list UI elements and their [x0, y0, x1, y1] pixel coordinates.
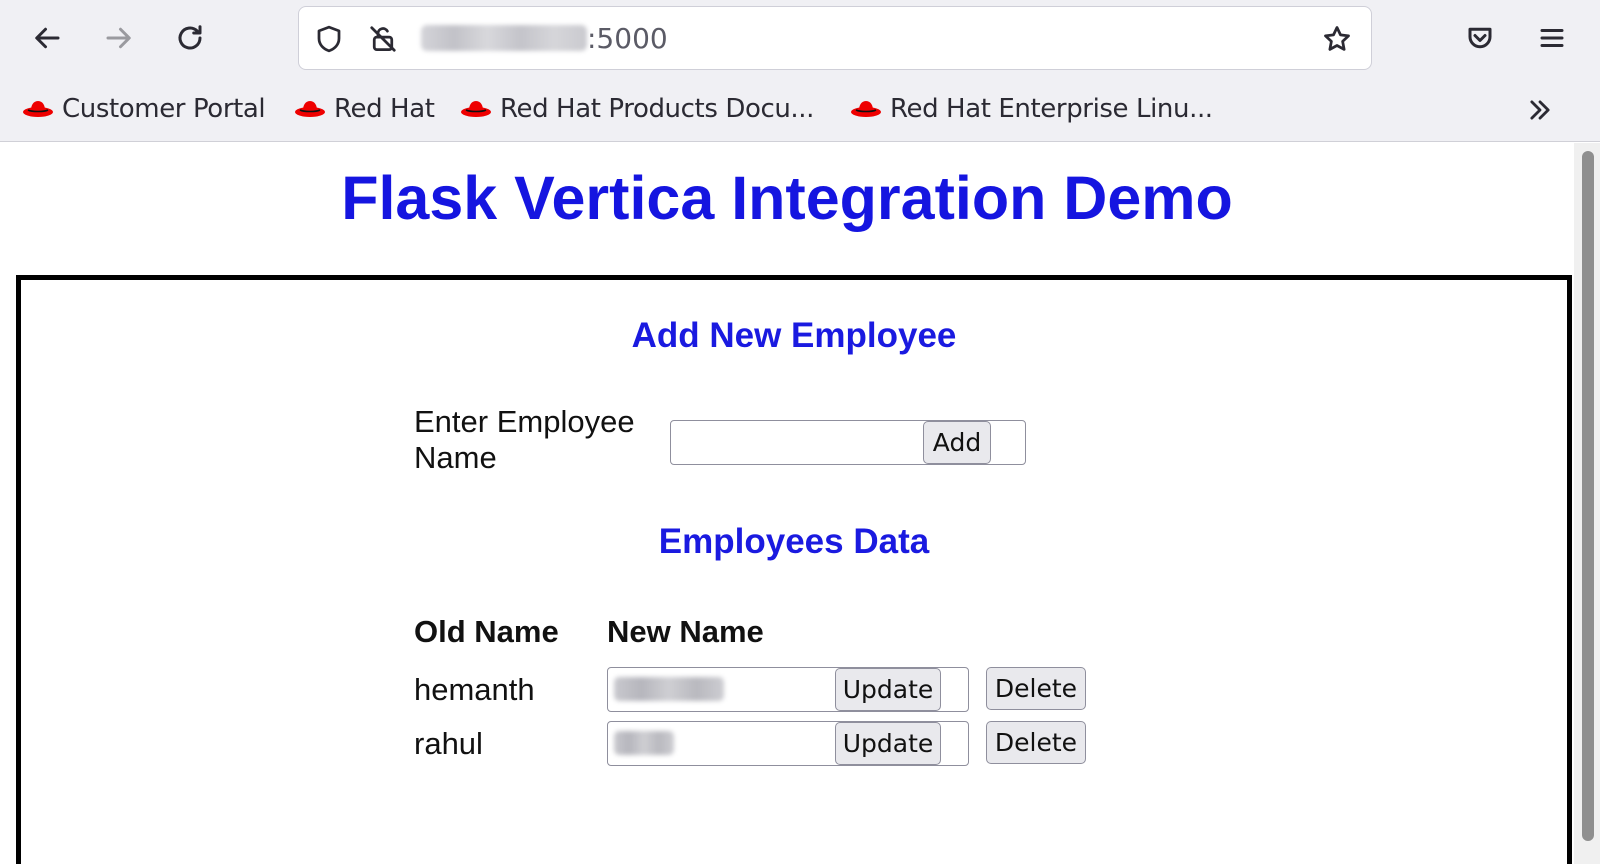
url-bar[interactable]: :5000	[298, 6, 1372, 70]
label-line-1: Enter Employee	[414, 404, 635, 439]
add-employee-heading: Add New Employee	[631, 316, 957, 355]
update-button[interactable]: Update	[835, 722, 941, 765]
arrow-right-icon	[106, 27, 131, 49]
employees-data-heading: Employees Data	[658, 522, 930, 561]
bookmark-customer-portal[interactable]: Customer Portal	[22, 88, 266, 130]
bookmarks-toolbar: Customer Portal Red Hat Red Hat Products…	[0, 78, 1600, 142]
forward-button[interactable]	[98, 18, 138, 58]
chevron-double-right-icon	[1530, 100, 1550, 120]
bookmark-red-hat[interactable]: Red Hat	[294, 88, 435, 130]
update-button[interactable]: Update	[835, 668, 941, 711]
bookmark-label: Red Hat	[334, 94, 435, 124]
bookmark-red-hat-enterprise-linux[interactable]: Red Hat Enterprise Linu...	[850, 88, 1213, 130]
reload-button[interactable]	[170, 18, 210, 58]
bookmark-label: Customer Portal	[62, 94, 266, 124]
url-port: :5000	[587, 22, 668, 55]
bookmark-label: Red Hat Enterprise Linu...	[890, 94, 1213, 124]
back-button[interactable]	[28, 18, 68, 58]
reload-icon	[178, 25, 202, 50]
bookmark-label: Red Hat Products Docu...	[500, 94, 815, 124]
label-line-2: Name	[414, 440, 497, 475]
content-panel: Add New Employee Enter Employee Name Add…	[16, 275, 1572, 864]
url-text[interactable]: :5000	[421, 21, 668, 57]
pocket-icon	[1468, 27, 1492, 49]
menu-button[interactable]	[1532, 18, 1572, 58]
bookmarks-overflow-button[interactable]	[1520, 90, 1560, 130]
red-hat-icon	[851, 101, 881, 117]
add-button[interactable]: Add	[923, 421, 991, 464]
blurred-host	[421, 25, 587, 51]
scrollbar-thumb[interactable]	[1582, 151, 1594, 841]
delete-button[interactable]: Delete	[986, 667, 1086, 710]
browser-toolbar: :5000	[0, 0, 1600, 78]
employee-name-label: Enter Employee Name	[414, 404, 635, 476]
shield-icon[interactable]	[313, 23, 345, 55]
page-title: Flask Vertica Integration Demo	[341, 164, 1233, 232]
blurred-name-value	[614, 677, 724, 701]
pocket-button[interactable]	[1460, 18, 1500, 58]
column-header-new-name: New Name	[607, 614, 764, 649]
red-hat-icon	[295, 101, 325, 117]
blurred-name-value	[614, 731, 674, 755]
old-name-cell: rahul	[414, 726, 483, 761]
delete-button[interactable]: Delete	[986, 721, 1086, 764]
vertical-scrollbar[interactable]	[1574, 143, 1600, 864]
column-header-old-name: Old Name	[414, 614, 559, 649]
hamburger-menu-icon	[1540, 29, 1564, 47]
bookmark-red-hat-products-docs[interactable]: Red Hat Products Docu...	[460, 88, 814, 130]
arrow-left-icon	[35, 27, 60, 49]
page-viewport: Flask Vertica Integration Demo Add New E…	[0, 143, 1574, 864]
red-hat-icon	[461, 101, 491, 117]
bookmark-star-icon[interactable]	[1321, 23, 1353, 55]
old-name-cell: hemanth	[414, 672, 535, 707]
insecure-lock-icon[interactable]	[367, 23, 399, 55]
red-hat-icon	[23, 101, 53, 117]
